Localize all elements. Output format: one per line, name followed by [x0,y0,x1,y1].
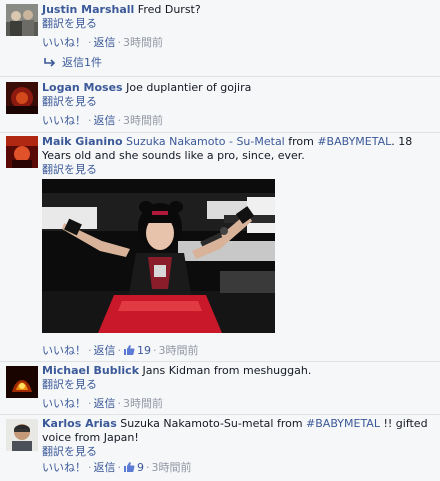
reply-button[interactable]: 返信 [94,344,116,357]
reply-button[interactable]: 返信 [94,461,116,474]
reply-button[interactable]: 返信 [94,397,116,410]
avatar[interactable] [6,136,38,168]
reply-arrow-icon [44,57,56,71]
mention-link[interactable]: Suzuka Nakamoto - Su-Metal [126,135,285,148]
translate-link[interactable]: 翻訳を見る [42,445,97,458]
like-button[interactable]: いいね！ [42,36,86,49]
separator: · [117,461,122,474]
translate-link[interactable]: 翻訳を見る [42,378,97,391]
reply-button[interactable]: 返信 [94,36,116,49]
separator: · [117,397,122,410]
like-count[interactable]: 19 [123,344,151,357]
avatar[interactable] [6,4,38,36]
like-button[interactable]: いいね！ [42,114,86,127]
replies-count-label: 返信1件 [62,56,102,69]
translate-link[interactable]: 翻訳を見る [42,95,97,108]
hashtag-link[interactable]: #BABYMETAL [317,135,391,148]
divider [0,76,440,77]
like-count[interactable]: 9 [123,461,144,474]
divider [0,132,440,133]
separator: · [117,344,122,357]
separator: · [117,36,122,49]
separator: · [88,344,92,357]
comment-text: Joe duplantier of gojira [126,81,252,94]
comment-author[interactable]: Karlos Arias [42,417,117,430]
comment-text: Fred Durst? [137,3,201,16]
comment-author[interactable]: Justin Marshall [42,3,134,16]
timestamp: 3時間前 [123,114,163,127]
timestamp: 3時間前 [151,461,192,474]
thumbs-up-icon [123,461,135,477]
comment-text: from [284,135,318,148]
like-button[interactable]: いいね！ [42,461,86,474]
separator: · [153,344,157,357]
translate-link[interactable]: 翻訳を見る [42,17,97,30]
reply-button[interactable]: 返信 [94,114,116,127]
divider [0,414,440,415]
separator: · [88,461,92,474]
comment-text: Suzuka Nakamoto-Su-metal from [120,417,307,430]
timestamp: 3時間前 [123,397,163,410]
like-button[interactable]: いいね！ [42,397,86,410]
timestamp: 3時間前 [123,36,163,49]
avatar[interactable] [6,419,38,451]
separator: · [88,36,92,49]
like-button[interactable]: いいね！ [42,344,86,357]
comment-text: Jans Kidman from meshuggah. [142,364,312,377]
separator: · [146,461,150,474]
separator: · [88,397,92,410]
timestamp: 3時間前 [158,344,199,357]
hashtag-link[interactable]: #BABYMETAL [306,417,380,430]
avatar[interactable] [6,366,38,398]
separator: · [117,114,122,127]
divider [0,361,440,362]
translate-link[interactable]: 翻訳を見る [42,163,97,176]
avatar[interactable] [6,82,38,114]
thumbs-up-icon [123,344,135,360]
comment-author[interactable]: Maik Gianino [42,135,123,148]
comment-author[interactable]: Michael Bublick [42,364,139,377]
view-replies-link[interactable]: 返信1件 [44,56,102,71]
comment-author[interactable]: Logan Moses [42,81,123,94]
separator: · [88,114,92,127]
attached-photo[interactable] [42,179,275,333]
